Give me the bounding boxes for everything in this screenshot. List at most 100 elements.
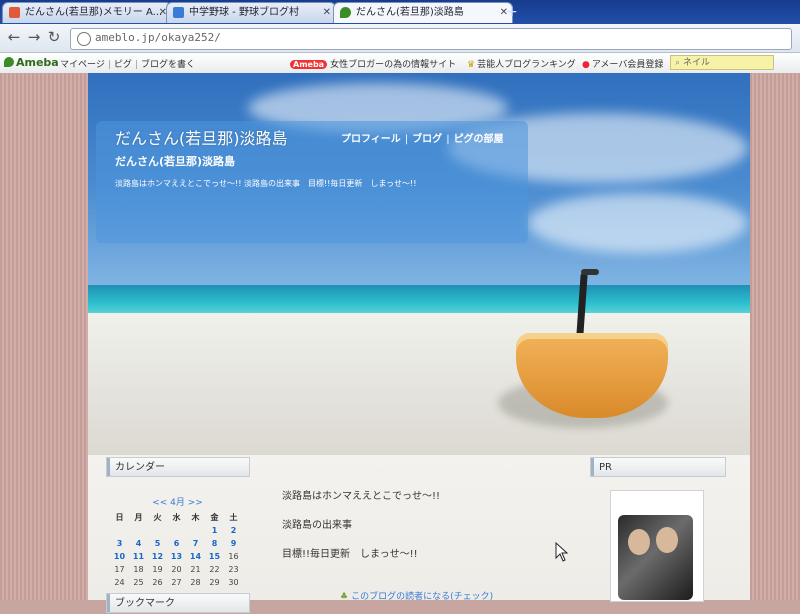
- member-register-link[interactable]: ● アメーバ会員登録: [582, 57, 663, 70]
- calendar: << 4月 >> 日月火水木金土 1 2 3 4 5 6 7 8 9 10 11 12 13 14 15 16 1…: [110, 495, 245, 588]
- calendar-day: 21: [190, 565, 201, 574]
- weekday-label: 土: [229, 513, 238, 522]
- ameba-search-input[interactable]: ⌕ ネイル: [670, 55, 774, 70]
- boat-mast-top: [581, 269, 599, 275]
- calendar-day[interactable]: 15: [205, 551, 224, 562]
- ranking-link[interactable]: ♛ 芸能人ブログランキング: [467, 57, 576, 70]
- tab-strip: だんさん(若旦那)メモリー A... ✕ 中学野球 - 野球ブログ村 ✕ だんさ…: [0, 0, 800, 24]
- person-face: [656, 527, 678, 553]
- reader-icon: ♣: [340, 592, 349, 602]
- search-icon: ⌕: [675, 58, 681, 68]
- ameba-nav: マイページ | ピグ | ブログを書く: [60, 57, 195, 70]
- calendar-day: 22: [209, 565, 220, 574]
- reader-link-text: このブログの読者になる(チェック): [351, 592, 494, 602]
- calendar-grid: 日月火水木金土 1 2 3 4 5 6 7 8 9 10 11 12 13 14 15 16 17 18 19 20 21…: [110, 512, 245, 588]
- promo-link[interactable]: Ameba 女性ブロガーの為の情報サイト: [290, 57, 456, 70]
- calendar-day: 18: [133, 565, 144, 574]
- blog-subtitle: だんさん(若旦那)淡路島: [115, 155, 236, 168]
- browser-tab[interactable]: 中学野球 - 野球ブログ村 ✕: [166, 2, 336, 23]
- calendar-day: 28: [190, 578, 201, 587]
- calendar-day[interactable]: 5: [148, 538, 167, 549]
- calendar-day: 16: [228, 552, 239, 561]
- weekday-label: 水: [172, 513, 181, 522]
- member-icon: ●: [582, 60, 590, 70]
- url-text: ameblo.jp/okaya252/: [95, 31, 221, 44]
- calendar-day: 23: [228, 565, 239, 574]
- calendar-day[interactable]: 4: [129, 538, 148, 549]
- ranking-text: 芸能人ブログランキング: [477, 60, 576, 70]
- post-line: 淡路島はホンマええとこでっせ〜!!: [282, 491, 441, 502]
- blog-title[interactable]: だんさん(若旦那)淡路島: [115, 125, 288, 149]
- calendar-day[interactable]: 2: [224, 525, 243, 536]
- reader-link[interactable]: ♣ このブログの読者になる(チェック): [340, 589, 493, 602]
- calendar-day[interactable]: 11: [129, 551, 148, 562]
- calendar-day: 29: [209, 578, 220, 587]
- calendar-day: 24: [114, 578, 125, 587]
- calendar-day[interactable]: 13: [167, 551, 186, 562]
- tab-favicon-icon: [340, 7, 351, 18]
- person-face: [628, 529, 650, 555]
- separator: |: [134, 60, 138, 70]
- pr-ad-image[interactable]: [618, 515, 693, 600]
- forward-icon[interactable]: →: [26, 29, 42, 45]
- close-icon[interactable]: ✕: [323, 3, 331, 23]
- calendar-day: [186, 525, 205, 536]
- weekday-label: 月: [134, 513, 143, 522]
- promo-text: 女性ブロガーの為の情報サイト: [330, 60, 457, 70]
- reload-icon[interactable]: ↻: [46, 29, 62, 45]
- mypage-link[interactable]: マイページ: [60, 60, 105, 70]
- browser-tab[interactable]: だんさん(若旦那)メモリー A... ✕: [2, 2, 172, 23]
- weekday-label: 木: [191, 513, 200, 522]
- crown-icon: ♛: [467, 60, 476, 70]
- tab-title: 中学野球 - 野球ブログ村: [189, 7, 299, 18]
- member-text: アメーバ会員登録: [591, 60, 664, 70]
- bookmark-header: ブックマーク: [106, 593, 250, 613]
- page-background-left: [0, 73, 88, 600]
- promo-badge: Ameba: [290, 60, 328, 69]
- post-list: 淡路島はホンマええとこでっせ〜!! 淡路島の出来事 目標!!毎日更新 しまっせ〜…: [282, 487, 440, 574]
- profile-link[interactable]: プロフィール: [341, 134, 401, 145]
- ameba-leaf-icon: [4, 57, 14, 67]
- calendar-day[interactable]: 9: [224, 538, 243, 549]
- calendar-day[interactable]: 7: [186, 538, 205, 549]
- calendar-day[interactable]: 3: [110, 538, 129, 549]
- pigg-room-link[interactable]: ピグの部屋: [454, 134, 504, 145]
- tab-title: だんさん(若旦那)メモリー A...: [25, 7, 163, 18]
- browser-toolbar: ← → ↻ ameblo.jp/okaya252/: [0, 24, 800, 53]
- post-line: 目標!!毎日更新 しまっせ〜!!: [282, 549, 418, 560]
- calendar-month-nav[interactable]: << 4月 >>: [110, 495, 245, 508]
- calendar-day[interactable]: 12: [148, 551, 167, 562]
- calendar-day[interactable]: 10: [110, 551, 129, 562]
- separator: |: [107, 60, 111, 70]
- new-tab-button[interactable]: +: [506, 5, 524, 19]
- cloud: [528, 193, 748, 253]
- calendar-day: [167, 525, 186, 536]
- search-placeholder: ネイル: [683, 58, 711, 68]
- back-icon[interactable]: ←: [6, 29, 22, 45]
- calendar-day: 26: [152, 578, 163, 587]
- weekday-label: 日: [115, 513, 124, 522]
- weekday-label: 火: [153, 513, 162, 522]
- calendar-day[interactable]: 14: [186, 551, 205, 562]
- calendar-day: 25: [133, 578, 144, 587]
- ameba-logo-text: Ameba: [16, 56, 59, 69]
- calendar-day[interactable]: 8: [205, 538, 224, 549]
- calendar-day: 17: [114, 565, 125, 574]
- pigg-link[interactable]: ピグ: [114, 60, 132, 70]
- weekday-label: 金: [210, 513, 219, 522]
- calendar-day[interactable]: 1: [205, 525, 224, 536]
- calendar-day: [148, 525, 167, 536]
- calendar-day[interactable]: 6: [167, 538, 186, 549]
- calendar-day: [110, 525, 129, 536]
- write-blog-link[interactable]: ブログを書く: [141, 60, 195, 70]
- address-bar[interactable]: ameblo.jp/okaya252/: [70, 28, 792, 50]
- page-icon: [77, 32, 91, 46]
- post-line: 淡路島の出来事: [282, 520, 352, 531]
- page-background-right: [750, 73, 800, 600]
- blog-link[interactable]: ブログ: [412, 134, 442, 145]
- tab-favicon-icon: [173, 7, 184, 18]
- blog-description: 淡路島はホンマええとこでっせ〜!! 淡路島の出来事 目標!!毎日更新 しまっせ〜…: [115, 179, 417, 188]
- browser-tab-active[interactable]: だんさん(若旦那)淡路島 ✕: [333, 2, 513, 23]
- ameba-logo[interactable]: Ameba: [4, 56, 59, 69]
- separator: |: [446, 134, 450, 145]
